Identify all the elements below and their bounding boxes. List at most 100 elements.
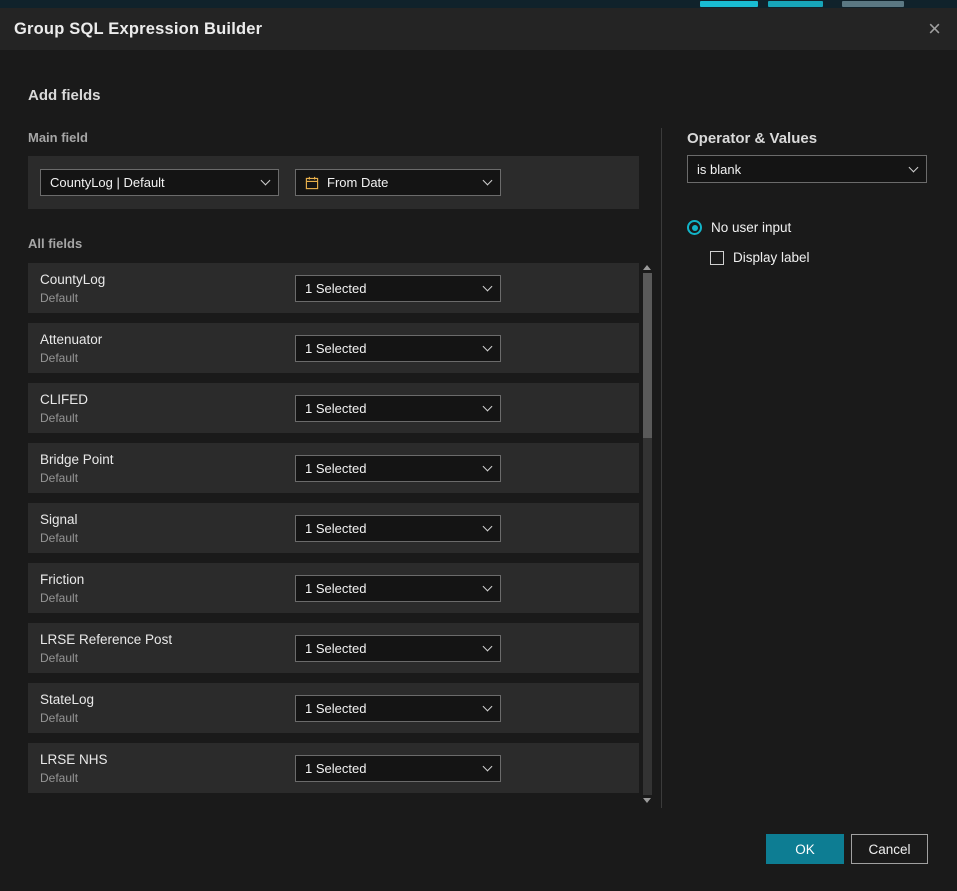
field-info: CountyLog Default xyxy=(40,272,295,305)
vertical-divider xyxy=(661,128,662,808)
field-info: StateLog Default xyxy=(40,692,295,725)
field-info: Bridge Point Default xyxy=(40,452,295,485)
field-subtitle: Default xyxy=(40,471,295,485)
field-name: Friction xyxy=(40,572,295,587)
field-selection-value: 1 Selected xyxy=(305,521,366,536)
ok-button[interactable]: OK xyxy=(766,834,844,864)
field-selection-value: 1 Selected xyxy=(305,401,366,416)
field-selection-value: 1 Selected xyxy=(305,281,366,296)
operator-dropdown[interactable]: is blank xyxy=(687,155,927,183)
chevron-down-icon xyxy=(261,176,271,186)
field-row: Friction Default 1 Selected xyxy=(28,563,639,613)
background-fragment xyxy=(768,1,823,7)
field-name: Bridge Point xyxy=(40,452,295,467)
chevron-down-icon xyxy=(483,761,493,771)
layer-dropdown[interactable]: CountyLog | Default xyxy=(40,169,279,196)
main-field-label: Main field xyxy=(28,130,88,145)
field-name: LRSE NHS xyxy=(40,752,295,767)
close-icon[interactable]: × xyxy=(928,18,941,40)
field-selection-value: 1 Selected xyxy=(305,641,366,656)
operator-values-heading: Operator & Values xyxy=(687,130,817,147)
chevron-down-icon xyxy=(483,281,493,291)
chevron-down-icon xyxy=(483,401,493,411)
field-selection-dropdown[interactable]: 1 Selected xyxy=(295,335,501,362)
field-selection-dropdown[interactable]: 1 Selected xyxy=(295,455,501,482)
field-subtitle: Default xyxy=(40,711,295,725)
background-app-strip xyxy=(0,0,957,8)
calendar-icon xyxy=(305,176,319,190)
chevron-down-icon xyxy=(483,176,493,186)
field-row: StateLog Default 1 Selected xyxy=(28,683,639,733)
field-row: Bridge Point Default 1 Selected xyxy=(28,443,639,493)
field-selection-dropdown[interactable]: 1 Selected xyxy=(295,755,501,782)
field-info: Signal Default xyxy=(40,512,295,545)
field-selection-value: 1 Selected xyxy=(305,341,366,356)
field-subtitle: Default xyxy=(40,291,295,305)
date-field-dropdown-value: From Date xyxy=(327,175,388,190)
field-subtitle: Default xyxy=(40,651,295,665)
field-name: CountyLog xyxy=(40,272,295,287)
field-info: Attenuator Default xyxy=(40,332,295,365)
background-fragment xyxy=(842,1,904,7)
field-selection-dropdown[interactable]: 1 Selected xyxy=(295,695,501,722)
field-row: Signal Default 1 Selected xyxy=(28,503,639,553)
field-info: CLIFED Default xyxy=(40,392,295,425)
field-row: LRSE NHS Default 1 Selected xyxy=(28,743,639,793)
field-selection-dropdown[interactable]: 1 Selected xyxy=(295,635,501,662)
field-row: CLIFED Default 1 Selected xyxy=(28,383,639,433)
field-name: Signal xyxy=(40,512,295,527)
field-selection-dropdown[interactable]: 1 Selected xyxy=(295,275,501,302)
chevron-down-icon xyxy=(483,341,493,351)
operator-dropdown-value: is blank xyxy=(697,162,741,177)
field-selection-value: 1 Selected xyxy=(305,761,366,776)
field-selection-value: 1 Selected xyxy=(305,461,366,476)
chevron-down-icon xyxy=(483,461,493,471)
dialog-header: Group SQL Expression Builder × xyxy=(0,8,957,50)
chevron-down-icon xyxy=(483,521,493,531)
no-user-input-label: No user input xyxy=(711,220,791,235)
background-fragment xyxy=(700,1,758,7)
dialog-group-sql-expression-builder: Group SQL Expression Builder × Add field… xyxy=(0,8,957,891)
chevron-down-icon xyxy=(483,581,493,591)
dialog-title: Group SQL Expression Builder xyxy=(14,20,262,39)
field-row: Attenuator Default 1 Selected xyxy=(28,323,639,373)
field-selection-dropdown[interactable]: 1 Selected xyxy=(295,395,501,422)
page: Group SQL Expression Builder × Add field… xyxy=(0,0,957,891)
field-subtitle: Default xyxy=(40,771,295,785)
date-field-dropdown[interactable]: From Date xyxy=(295,169,501,196)
field-row: CountyLog Default 1 Selected xyxy=(28,263,639,313)
field-selection-dropdown[interactable]: 1 Selected xyxy=(295,515,501,542)
all-fields-label: All fields xyxy=(28,236,82,251)
field-info: Friction Default xyxy=(40,572,295,605)
all-fields-list: CountyLog Default 1 Selected Attenuator … xyxy=(28,263,639,793)
field-selection-value: 1 Selected xyxy=(305,581,366,596)
chevron-down-icon xyxy=(483,701,493,711)
field-row: LRSE Reference Post Default 1 Selected xyxy=(28,623,639,673)
scrollbar[interactable] xyxy=(641,265,653,803)
field-info: LRSE NHS Default xyxy=(40,752,295,785)
scrollbar-thumb[interactable] xyxy=(643,273,652,438)
field-info: LRSE Reference Post Default xyxy=(40,632,295,665)
radio-selected-icon xyxy=(687,220,702,235)
field-name: LRSE Reference Post xyxy=(40,632,295,647)
cancel-button[interactable]: Cancel xyxy=(851,834,928,864)
field-subtitle: Default xyxy=(40,351,295,365)
field-name: StateLog xyxy=(40,692,295,707)
field-subtitle: Default xyxy=(40,591,295,605)
scroll-up-icon[interactable] xyxy=(643,265,651,270)
main-field-panel: CountyLog | Default From Date xyxy=(28,156,639,209)
add-fields-heading: Add fields xyxy=(28,87,101,104)
scrollbar-track[interactable] xyxy=(643,273,652,795)
field-selection-value: 1 Selected xyxy=(305,701,366,716)
all-fields-section: CountyLog Default 1 Selected Attenuator … xyxy=(28,263,653,803)
display-label-text: Display label xyxy=(733,250,810,265)
display-label-checkbox[interactable]: Display label xyxy=(710,250,810,265)
no-user-input-radio[interactable]: No user input xyxy=(687,220,791,235)
layer-dropdown-value: CountyLog | Default xyxy=(50,175,165,190)
field-selection-dropdown[interactable]: 1 Selected xyxy=(295,575,501,602)
chevron-down-icon xyxy=(483,641,493,651)
field-subtitle: Default xyxy=(40,411,295,425)
field-subtitle: Default xyxy=(40,531,295,545)
checkbox-unchecked-icon xyxy=(710,251,724,265)
scroll-down-icon[interactable] xyxy=(643,798,651,803)
